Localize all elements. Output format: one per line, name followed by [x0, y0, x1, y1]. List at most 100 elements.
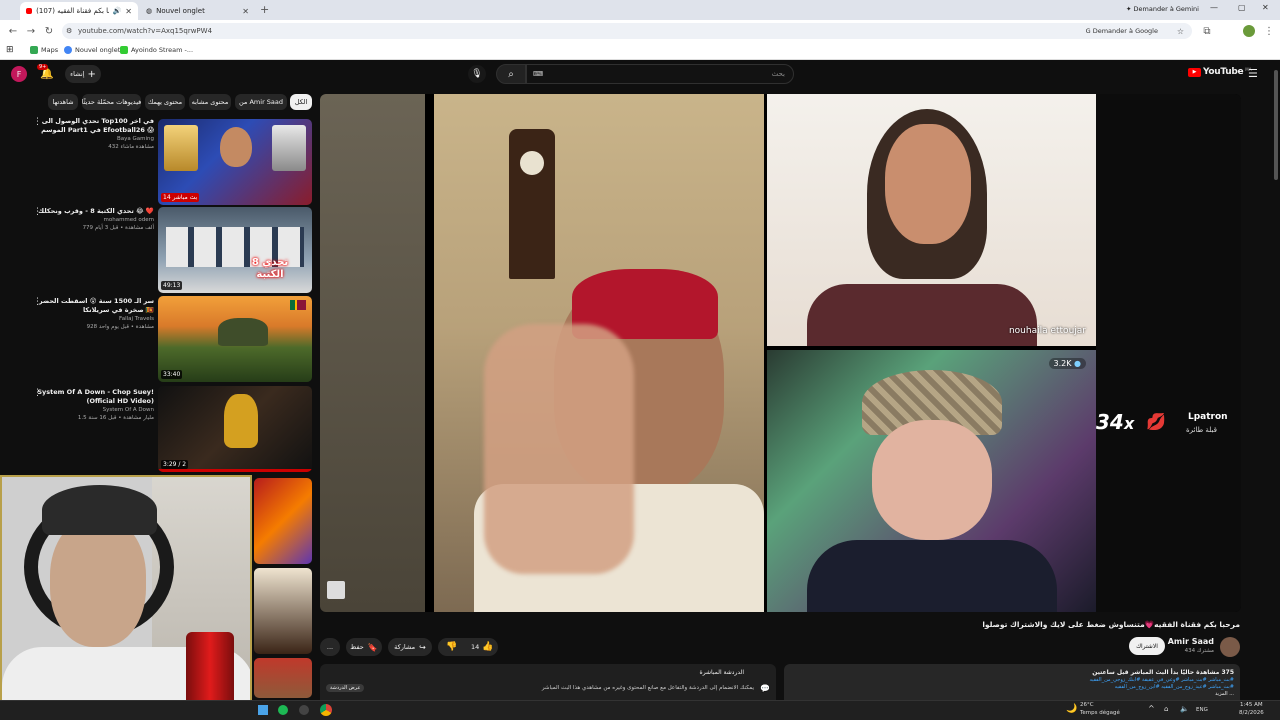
- star-icon[interactable]: ☆: [1177, 27, 1184, 36]
- gemini-button[interactable]: ✦ Demander à Gemini: [1126, 5, 1199, 13]
- video-player[interactable]: nouhaila ettoujar 3.2K ● 34 x 💋 Lpatron …: [320, 94, 1241, 612]
- search-input[interactable]: ⌨ بحث: [526, 64, 794, 84]
- profile-avatar[interactable]: [1243, 25, 1255, 37]
- subscribe-button[interactable]: الاشتراك: [1129, 637, 1165, 655]
- hamburger-menu-icon[interactable]: ☰: [1248, 67, 1258, 80]
- menu-icon[interactable]: ⋮: [1262, 24, 1276, 38]
- video-thumbnail[interactable]: 33:40: [158, 296, 312, 382]
- youtube-logo[interactable]: ▶ YouTube MA: [1188, 67, 1251, 77]
- spotify-icon[interactable]: [278, 705, 288, 715]
- recommendation-title: تحدي الكتبة 8 - وقرب ونحكلك 😂 ❤️: [38, 207, 154, 215]
- globe-icon: ◍: [146, 7, 153, 15]
- chip-label: محتوى يهمك: [147, 98, 183, 106]
- dislike-button[interactable]: 👎: [446, 642, 457, 652]
- show-chat-button[interactable]: عرض الدردشة: [326, 684, 365, 692]
- more-options-icon[interactable]: ⋮: [33, 207, 42, 217]
- more-options-icon[interactable]: ⋮: [33, 297, 42, 307]
- address-bar[interactable]: ⚙ youtube.com/watch?v=Axq15qrwPW4 G Dema…: [62, 23, 1192, 39]
- create-button[interactable]: إنشاء +: [65, 65, 101, 83]
- more-options-icon[interactable]: ⋮: [33, 117, 42, 127]
- like-count[interactable]: 14: [471, 643, 479, 651]
- chrome-icon[interactable]: [320, 704, 332, 716]
- description-hashtags[interactable]: #بث_مباشر #عيد_زوج_من_الفقيه #ابن_زوج_من…: [790, 684, 1234, 691]
- more-actions-button[interactable]: ...: [320, 638, 340, 656]
- logo-text: YouTube: [1203, 67, 1244, 77]
- forward-icon[interactable]: →: [24, 24, 38, 38]
- clock-time[interactable]: 1:45 AM: [1240, 702, 1263, 708]
- subscribe-label: الاشتراك: [1136, 642, 1158, 650]
- wall-clock-icon: [509, 129, 555, 279]
- chip-for-you[interactable]: محتوى يهمك: [145, 94, 185, 110]
- tab-new[interactable]: ◍ Nouvel onglet ✕: [140, 2, 255, 20]
- video-thumbnail[interactable]: [254, 478, 312, 564]
- more-options-icon[interactable]: ⋮: [33, 388, 42, 398]
- chip-all[interactable]: الكل: [290, 94, 312, 110]
- search-icon: ⌕: [508, 68, 514, 80]
- host-video-panel: [434, 94, 764, 612]
- site-info-icon[interactable]: ⚙: [66, 27, 72, 35]
- network-icon[interactable]: ⌂: [1164, 705, 1168, 713]
- tab-youtube[interactable]: (107) مرحبا بكم فقناة الفقيه # 🔊 ✕: [20, 2, 138, 20]
- bookmark-maps[interactable]: Maps: [30, 46, 58, 54]
- chip-label: شاهدتها: [52, 98, 74, 106]
- page-scrollbar[interactable]: [1274, 70, 1278, 180]
- video-thumbnail[interactable]: تحدي 8 الكتبة 49:13: [158, 207, 312, 293]
- obs-icon[interactable]: [299, 705, 309, 715]
- video-thumbnail[interactable]: 3:29 / 2: [158, 386, 312, 472]
- share-button[interactable]: مشاركة ↪: [388, 638, 432, 656]
- back-icon[interactable]: ←: [6, 24, 20, 38]
- video-title: مرحبا بكم فقناة الفقيه💗متنساوش ضغط على ل…: [982, 620, 1240, 629]
- description-panel[interactable]: 375 مشاهدة حاليًا بدأ البث المباشر قبل س…: [784, 664, 1240, 700]
- temperature: 26°C: [1080, 702, 1094, 708]
- minimize-icon[interactable]: —: [1210, 3, 1218, 12]
- bookmark-new-tab[interactable]: Nouvel onglet: [64, 46, 120, 54]
- maximize-icon[interactable]: ▢: [1238, 3, 1246, 12]
- search-button[interactable]: ⌕: [496, 64, 526, 84]
- keyboard-icon[interactable]: ⌨: [533, 70, 543, 78]
- viewer-count-badge: 3.2K ●: [1048, 358, 1086, 369]
- youtube-favicon-icon: [26, 8, 33, 14]
- thumbnail-card-left: [164, 125, 198, 171]
- participant-shirt: [807, 540, 1057, 612]
- volume-icon[interactable]: 🔈: [1180, 705, 1189, 713]
- create-label: إنشاء: [70, 70, 85, 78]
- like-dislike-group: 👎 14 👍: [438, 638, 498, 656]
- close-tab-icon[interactable]: ✕: [125, 7, 132, 16]
- recommendation-text: تحدي الوصول الى Top100 في اخر الموسم Par…: [36, 117, 154, 151]
- clock-date[interactable]: 8/2/2026: [1239, 710, 1264, 716]
- video-right-bg: [1096, 94, 1241, 612]
- windows-start-icon[interactable]: [258, 705, 268, 715]
- tab-title: Nouvel onglet: [156, 7, 205, 15]
- description-hashtags[interactable]: #بث_مباشر #بث_مباشر #وعي_في_عقيقة #ابنك_…: [790, 677, 1234, 684]
- new-tab-button[interactable]: +: [260, 3, 269, 16]
- tray-chevron-icon[interactable]: ^: [1148, 704, 1155, 713]
- reload-icon[interactable]: ↻: [42, 24, 56, 38]
- weather-icon: 🌙: [1066, 704, 1078, 714]
- apps-icon[interactable]: ⊞: [6, 45, 14, 55]
- video-thumbnail[interactable]: [254, 568, 312, 654]
- chip-watched[interactable]: شاهدتها: [48, 94, 78, 110]
- save-button[interactable]: حفظ 🔖: [346, 638, 382, 656]
- recommendation-channel: System Of A Down: [102, 407, 154, 413]
- like-button[interactable]: 👍: [482, 642, 493, 652]
- extensions-icon[interactable]: ⧉: [1200, 24, 1214, 38]
- ask-google-button[interactable]: G Demander à Google: [1086, 27, 1158, 35]
- kiss-icon: 💋: [1146, 412, 1166, 431]
- description-more[interactable]: ... المزيد: [790, 691, 1234, 698]
- chip-recent[interactable]: فيديوهات محمّلة حديثًا: [82, 94, 141, 110]
- notifications-button[interactable]: 🔔 9+: [37, 64, 54, 80]
- stream-icon: [120, 46, 128, 54]
- voice-search-button[interactable]: 🎙: [468, 65, 486, 83]
- close-window-icon[interactable]: ✕: [1262, 3, 1269, 12]
- video-thumbnail[interactable]: 14 بث مباشر: [158, 119, 312, 205]
- chip-label: فيديوهات محمّلة حديثًا: [81, 98, 142, 106]
- bookmark-label: Nouvel onglet: [75, 46, 121, 54]
- bookmark-stream[interactable]: Ayoindo Stream -...: [120, 46, 193, 54]
- channel-avatar[interactable]: [1220, 637, 1240, 657]
- user-avatar[interactable]: F: [11, 66, 27, 82]
- chip-from-channel[interactable]: من Amir Saad: [235, 94, 287, 110]
- close-tab-icon[interactable]: ✕: [242, 7, 249, 16]
- chip-similar[interactable]: محتوى مشابه: [189, 94, 231, 110]
- language-indicator[interactable]: ENG: [1196, 707, 1208, 713]
- video-thumbnail[interactable]: [254, 658, 312, 698]
